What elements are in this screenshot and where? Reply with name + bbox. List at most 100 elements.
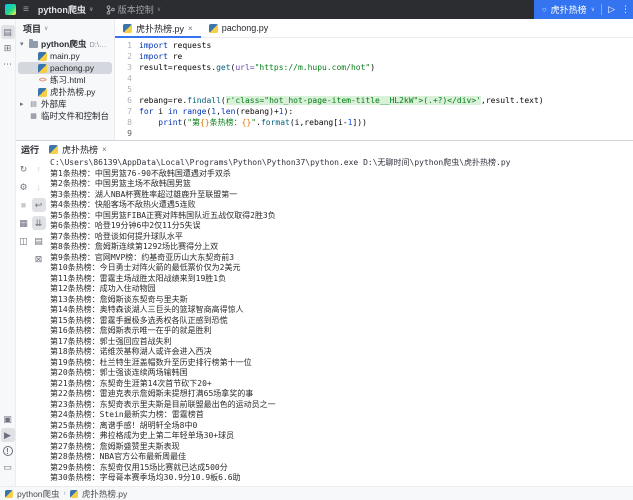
- python-icon: [38, 52, 47, 61]
- run-console[interactable]: C:\Users\86139\AppData\Local\Programs\Py…: [46, 158, 633, 486]
- console-output-line: 第9条热榜：官网MVP榜：约基奇亚历山大东契奇前3: [50, 253, 633, 264]
- tree-item-main.py[interactable]: main.py: [18, 50, 112, 62]
- code-line: for i in range(1,len(rebang)+1):: [139, 106, 633, 117]
- notifications-icon[interactable]: ▭: [1, 460, 15, 474]
- run-panel-header: 运行 虎扑热榜 ×: [16, 141, 633, 158]
- clear-console-icon[interactable]: ⊠: [32, 252, 46, 266]
- down-stack-trace-icon[interactable]: ↓: [32, 180, 46, 194]
- code-line: print("第{}条热榜：{}".format(i,rebang[i-1])): [139, 117, 633, 128]
- tree-item-python爬虫[interactable]: ▾ python爬虫 D:\无聊时间\py: [18, 38, 112, 50]
- console-output-line: 第20条热榜：郭士强谈连续两场输韩国: [50, 368, 633, 379]
- tree-item-pachong.py[interactable]: pachong.py: [18, 62, 112, 74]
- code-line: [139, 128, 633, 139]
- print-icon[interactable]: ▤: [32, 234, 46, 248]
- console-output-line: 第16条热榜：詹姆斯表示唯一在乎的就是胜利: [50, 326, 633, 337]
- soft-wrap-icon[interactable]: ↩: [32, 198, 46, 212]
- breadcrumb-project[interactable]: python爬虫: [17, 488, 60, 500]
- structure-tool-icon[interactable]: ⊞: [1, 41, 15, 55]
- code-line: import requests: [139, 40, 633, 51]
- close-icon[interactable]: ×: [102, 145, 107, 154]
- main-menu-icon[interactable]: ≡: [23, 4, 29, 15]
- up-stack-trace-icon[interactable]: ↑: [32, 162, 46, 176]
- code-line: [139, 84, 633, 95]
- run-config-icon: ○: [542, 5, 547, 14]
- code-area[interactable]: 123456789 import requestsimport reresult…: [115, 38, 633, 140]
- python-icon: [38, 64, 47, 73]
- python-file-icon: [123, 24, 132, 33]
- scratch-icon: ▦: [29, 112, 38, 121]
- run-widget: ○ 虎扑热榜 ∨ ▷ ⋮: [534, 0, 633, 19]
- editor-gutter: 123456789: [115, 40, 139, 140]
- line-number: 3: [115, 62, 132, 73]
- tree-item-label: 临时文件和控制台: [41, 110, 109, 122]
- run-toolbar-inner: ↑ ↓ ↩ ⇊ ▤ ⊠: [31, 158, 46, 486]
- python-file-icon: [5, 490, 13, 498]
- divider: [601, 4, 602, 15]
- tree-item-label: 虎扑热榜.py: [50, 86, 95, 98]
- tree-item-外部库[interactable]: ▸▤外部库: [18, 98, 112, 110]
- project-panel-header[interactable]: 项目 ∨: [16, 19, 114, 38]
- scroll-to-end-icon[interactable]: ⇊: [32, 216, 46, 230]
- python-file-icon: [209, 24, 218, 33]
- code-line: [139, 73, 633, 84]
- run-tab-label: 虎扑热榜: [62, 143, 98, 156]
- settings-icon[interactable]: ⚙: [17, 180, 31, 194]
- console-output-line: 第28条热榜：NBA官方公布最新周最佳: [50, 452, 633, 463]
- line-number: 2: [115, 51, 132, 62]
- breadcrumb-file[interactable]: 虎扑热榜.py: [82, 488, 127, 500]
- stop-icon[interactable]: ■: [17, 198, 31, 212]
- console-output-line: 第12条热榜：成功入住动物园: [50, 284, 633, 295]
- more-actions-icon[interactable]: ⋮: [621, 4, 629, 15]
- run-configuration-selector[interactable]: ○ 虎扑热榜 ∨: [542, 3, 595, 16]
- lib-icon: ▤: [29, 100, 38, 109]
- console-output-line: 第13条热榜：詹姆斯谈东契奇与里夫斯: [50, 295, 633, 306]
- tree-item-练习.html[interactable]: <>练习.html: [18, 74, 112, 86]
- statusbar: python爬虫 › 虎扑热榜.py: [0, 486, 633, 500]
- console-output-line: 第23条热榜：东契奇表示里夫斯是目前联盟最出色的运动员之一: [50, 400, 633, 411]
- chevron-right-icon[interactable]: ▸: [20, 100, 26, 108]
- console-output-line: 第29条热榜：东契奇仅用15场比赛就已达成500分: [50, 463, 633, 474]
- run-button[interactable]: ▷: [608, 4, 615, 15]
- tree-item-label: python爬虫: [41, 38, 86, 50]
- run-tab[interactable]: 虎扑热榜 ×: [49, 143, 107, 156]
- python-file-icon: [70, 490, 78, 498]
- rerun-icon[interactable]: ↻: [17, 162, 31, 176]
- console-output-line: 第11条热榜：雷霆主场战胜太阳战绩来到19胜1负: [50, 274, 633, 285]
- tree-item-path: D:\无聊时间\py: [89, 39, 112, 50]
- editor-tab-pachong.py[interactable]: pachong.py: [201, 19, 277, 37]
- console-output-line: 第5条热榜：中国男篮FIBA正赛对阵韩国队近五战仅取得2胜3负: [50, 211, 633, 222]
- console-exec-line: C:\Users\86139\AppData\Local\Programs\Py…: [50, 158, 633, 169]
- vcs-widget-label: 版本控制: [118, 3, 154, 16]
- project-widget[interactable]: python爬虫 ∨: [38, 3, 94, 16]
- restore-layout-icon[interactable]: ▦: [17, 216, 31, 230]
- chevron-down-icon: ∨: [44, 25, 48, 32]
- console-output-line: 第19条热榜：杜兰特生涯盖帽数升至历史排行榜第十一位: [50, 358, 633, 369]
- console-output-line: 第2条热榜：中国男篮主场不敌韩国男篮: [50, 179, 633, 190]
- pin-tab-icon[interactable]: ◫: [17, 234, 31, 248]
- terminal-tool-icon[interactable]: ▣: [1, 412, 15, 426]
- breadcrumb-separator: ›: [64, 490, 66, 497]
- code-line: result=requests.get(url="https://m.hupu.…: [139, 62, 633, 73]
- tree-item-虎扑热榜.py[interactable]: 虎扑热榜.py: [18, 86, 112, 98]
- tree-item-label: 外部库: [41, 98, 67, 110]
- problems-tool-icon[interactable]: !: [3, 446, 13, 456]
- project-panel: 项目 ∨ ▾ python爬虫 D:\无聊时间\pymain.pypachong.…: [16, 19, 115, 140]
- tree-item-临时文件和控制台[interactable]: ▦临时文件和控制台: [18, 110, 112, 122]
- console-output-line: 第14条热榜：奥特森谈湖人三巨头的篮球智商高得惊人: [50, 305, 633, 316]
- console-output-line: 第17条热榜：郭士强回应首战失利: [50, 337, 633, 348]
- console-output-line: 第22条热榜：雷迪克表示詹姆斯未提想打满65场拿奖的事: [50, 389, 633, 400]
- code-line: rebang=re.findall(r'class="hot_hot-page-…: [139, 95, 633, 106]
- more-tools-icon[interactable]: ⋯: [1, 57, 15, 71]
- run-tool-icon[interactable]: ▶: [1, 428, 15, 442]
- project-tool-icon[interactable]: ▤: [1, 25, 15, 39]
- console-output-line: 第7条热榜：哈登谈如何提升球队水平: [50, 232, 633, 243]
- editor-tab-虎扑热榜.py[interactable]: 虎扑热榜.py×: [115, 19, 201, 37]
- console-output-line: 第15条热榜：雷霆手握极多选秀权各队正感到恐慌: [50, 316, 633, 327]
- chevron-expanded-icon[interactable]: ▾: [20, 40, 26, 48]
- console-output-line: 第6条热榜：哈登19分钟6中2仅11分5失误: [50, 221, 633, 232]
- chevron-down-icon: ∨: [591, 6, 595, 13]
- vcs-widget[interactable]: 版本控制 ∨: [106, 3, 161, 16]
- close-icon[interactable]: ×: [188, 24, 193, 33]
- tree-item-label: 练习.html: [50, 74, 85, 86]
- console-output-line: 第30条热榜：字母哥本赛季场均30.9分10.9板6.6助: [50, 473, 633, 484]
